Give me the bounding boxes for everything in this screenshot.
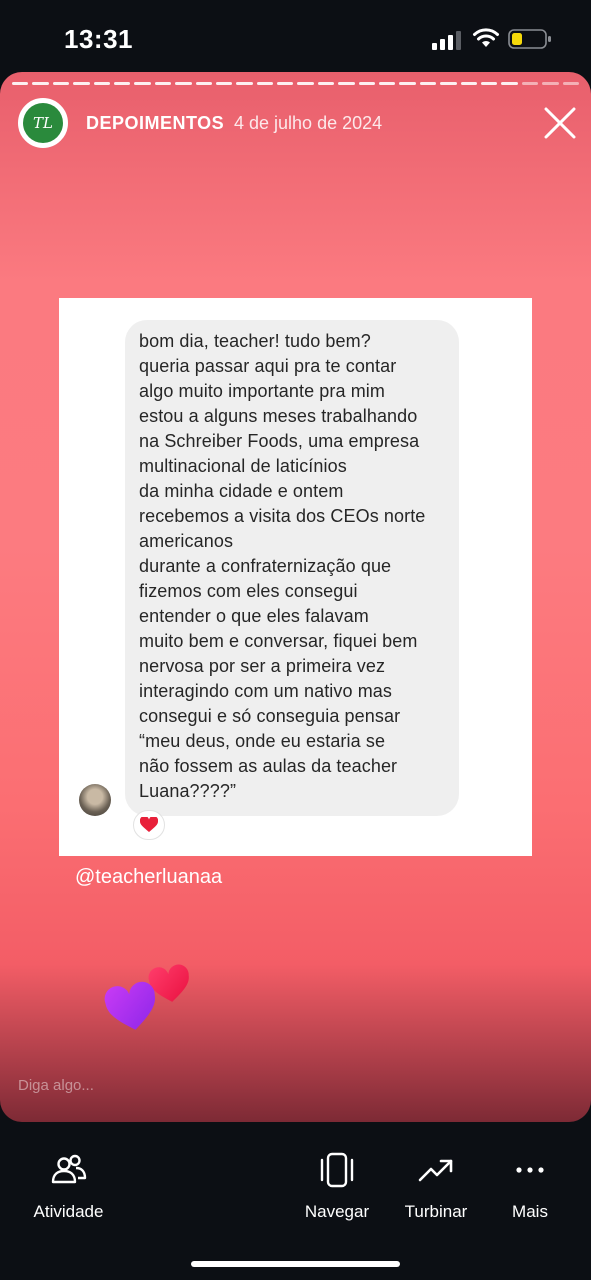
status-bar: 13:31 bbox=[0, 0, 591, 72]
reply-input[interactable]: Diga algo... bbox=[18, 1077, 94, 1094]
heart-icon bbox=[140, 817, 158, 832]
tab-label: Atividade bbox=[33, 1202, 104, 1221]
close-icon[interactable] bbox=[543, 106, 577, 140]
home-indicator[interactable] bbox=[191, 1261, 400, 1267]
wifi-icon bbox=[473, 28, 499, 47]
tab-label: Turbinar bbox=[404, 1202, 468, 1221]
mention-sticker[interactable]: @teacherluanaa bbox=[75, 866, 222, 889]
status-time: 13:31 bbox=[64, 24, 133, 54]
tab-navegar[interactable]: Navegar bbox=[302, 1152, 372, 1222]
tab-atividade[interactable]: Atividade bbox=[30, 1152, 107, 1222]
story-date: 4 de julho de 2024 bbox=[234, 113, 383, 133]
sender-avatar bbox=[79, 784, 111, 816]
avatar-logo-text: TL bbox=[33, 114, 53, 132]
tab-label: Navegar bbox=[304, 1202, 370, 1221]
trending-up-icon bbox=[418, 1159, 453, 1182]
tab-mais[interactable]: Mais bbox=[508, 1152, 552, 1222]
account-avatar[interactable]: TL bbox=[18, 98, 68, 148]
tab-label: Mais bbox=[512, 1202, 548, 1221]
people-icon bbox=[51, 1154, 86, 1184]
swipe-icon bbox=[320, 1152, 354, 1188]
message-bubble: bom dia, teacher! tudo bem? queria passa… bbox=[125, 320, 459, 816]
more-icon bbox=[516, 1167, 544, 1173]
bottom-action-bar: Atividade Navegar Turbinar Mais bbox=[0, 1122, 591, 1280]
heart-reaction bbox=[133, 810, 165, 840]
account-name[interactable]: DEPOIMENTOS bbox=[86, 113, 224, 134]
battery-low-icon bbox=[508, 29, 551, 49]
cellular-signal-icon bbox=[432, 31, 461, 50]
message-text: bom dia, teacher! tudo bem? queria passa… bbox=[139, 331, 426, 801]
tab-turbinar[interactable]: Turbinar bbox=[400, 1152, 472, 1222]
message-screenshot: bom dia, teacher! tudo bem? queria passa… bbox=[59, 298, 532, 856]
story-progress-bar bbox=[12, 82, 579, 86]
story-viewer[interactable]: TL DEPOIMENTOS 4 de julho de 2024 bom di… bbox=[0, 72, 591, 1122]
hearts-sticker bbox=[104, 964, 189, 1030]
